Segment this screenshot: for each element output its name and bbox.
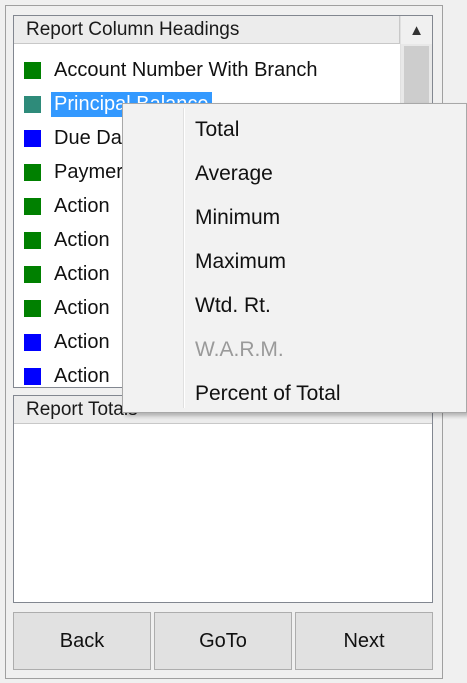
menu-item-maximum[interactable]: Maximum xyxy=(195,245,286,279)
list-item-label: Action xyxy=(54,296,110,319)
menu-gutter-divider xyxy=(183,108,185,408)
color-swatch-icon xyxy=(24,333,41,351)
menu-item-average[interactable]: Average xyxy=(195,157,273,191)
list-item[interactable]: Due Da xyxy=(24,124,122,152)
menu-item-percent-of-total[interactable]: Percent of Total xyxy=(195,377,341,411)
scrollbar-thumb[interactable] xyxy=(404,46,429,104)
column-headings-header: Report Column Headings xyxy=(14,16,400,44)
menu-item-warm: W.A.R.M. xyxy=(195,338,284,361)
menu-item-wtd-rt[interactable]: Wtd. Rt. xyxy=(195,289,271,323)
list-item-label: Action xyxy=(54,364,110,387)
color-swatch-icon xyxy=(24,367,41,385)
list-item-label: Due Da xyxy=(54,126,122,149)
list-item[interactable]: Action xyxy=(24,260,110,288)
color-swatch-icon xyxy=(24,61,41,79)
navigation-bar: Back GoTo Next xyxy=(13,612,433,670)
list-item-label: Paymer xyxy=(54,160,123,183)
list-item[interactable]: Action xyxy=(24,192,110,220)
list-item[interactable]: Action xyxy=(24,362,110,387)
menu-item-total[interactable]: Total xyxy=(195,113,239,147)
color-swatch-icon xyxy=(24,95,41,113)
color-swatch-icon xyxy=(24,129,41,147)
list-item-label: Action xyxy=(54,194,110,217)
scroll-up-arrow-icon[interactable]: ▲ xyxy=(401,16,432,44)
report-totals-list[interactable]: Report Totals xyxy=(13,395,433,603)
color-swatch-icon xyxy=(24,299,41,317)
list-item[interactable]: Action xyxy=(24,328,110,356)
list-item[interactable]: Action xyxy=(24,294,110,322)
goto-button[interactable]: GoTo xyxy=(154,612,292,670)
back-button[interactable]: Back xyxy=(13,612,151,670)
list-item-label: Action xyxy=(54,262,110,285)
list-item-label: Account Number With Branch xyxy=(54,58,318,81)
list-item[interactable]: Paymer xyxy=(24,158,123,186)
context-menu: Total Average Minimum Maximum Wtd. Rt. W… xyxy=(122,103,467,413)
color-swatch-icon xyxy=(24,163,41,181)
list-item[interactable]: Account Number With Branch xyxy=(24,56,317,84)
color-swatch-icon xyxy=(24,197,41,215)
color-swatch-icon xyxy=(24,231,41,249)
menu-item-minimum[interactable]: Minimum xyxy=(195,201,280,235)
color-swatch-icon xyxy=(24,265,41,283)
list-item[interactable]: Action xyxy=(24,226,110,254)
next-button[interactable]: Next xyxy=(295,612,433,670)
list-item-label: Action xyxy=(54,228,110,251)
list-item-label: Action xyxy=(54,330,110,353)
